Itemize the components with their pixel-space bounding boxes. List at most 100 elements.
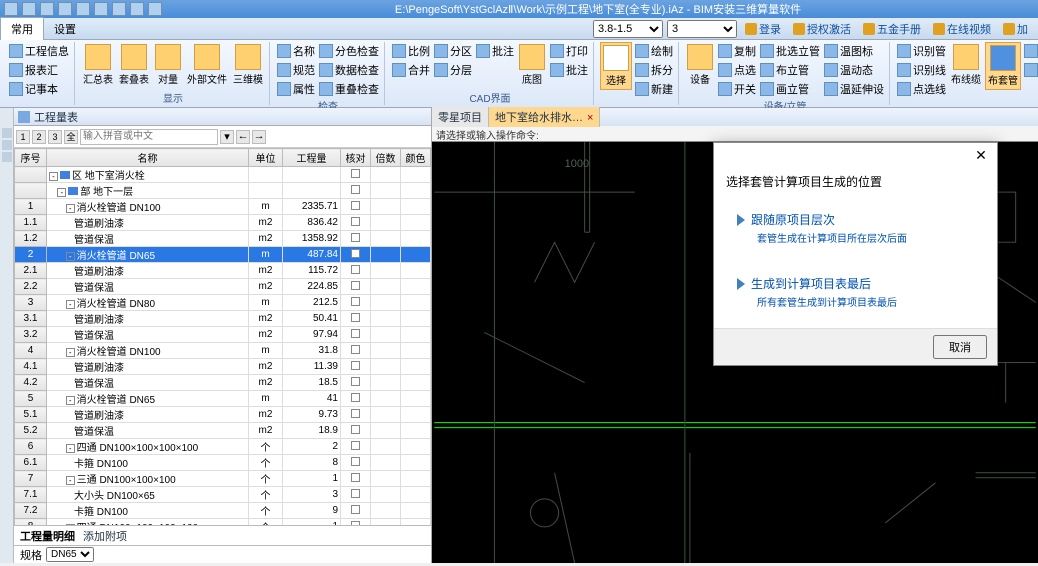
checkbox[interactable] <box>351 217 360 226</box>
table-row[interactable]: -区 地下室消火栓 <box>15 167 431 183</box>
rb-scale[interactable]: 比例 <box>391 42 431 60</box>
spec-select[interactable]: DN65 <box>46 547 94 562</box>
link-add[interactable]: 加 <box>999 21 1032 37</box>
rb-merge[interactable]: 合并 <box>391 61 431 79</box>
tab-basement[interactable]: 地下室给水排水…× <box>489 107 600 127</box>
table-row[interactable]: 5 -消火栓管道 DN65m41 <box>15 391 431 407</box>
table-row[interactable]: 1 -消火栓管道 DN100m2335.71 <box>15 199 431 215</box>
checkbox[interactable] <box>351 473 360 482</box>
col-mult[interactable]: 倍数 <box>371 149 401 167</box>
combo-1[interactable]: 3.8-1.5 <box>593 20 663 38</box>
table-row[interactable]: 3.1 管道刷油漆m250.41 <box>15 311 431 327</box>
table-row[interactable]: 2 -消火栓管道 DN65m487.84 <box>15 247 431 263</box>
rb-idline[interactable]: 识别线 <box>896 61 947 79</box>
rb-report[interactable]: 报表汇 <box>8 61 70 79</box>
filter-1[interactable]: 1 <box>16 130 30 144</box>
tab-common[interactable]: 常用 <box>0 17 44 40</box>
checkbox[interactable] <box>351 169 360 178</box>
qat-icon[interactable] <box>76 2 90 16</box>
rb-switch[interactable]: 开关 <box>717 80 757 98</box>
checkbox[interactable] <box>351 281 360 290</box>
rb-batchriser[interactable]: 批选立管 <box>759 42 821 60</box>
rb-cable[interactable]: 布线缆 <box>949 42 983 88</box>
table-row[interactable]: -部 地下一层 <box>15 183 431 199</box>
link-license[interactable]: 授权激活 <box>789 21 855 37</box>
tab-settings[interactable]: 设置 <box>44 18 86 40</box>
col-check[interactable]: 核对 <box>341 149 371 167</box>
rb-tempicon[interactable]: 温图标 <box>823 42 885 60</box>
tab-misc[interactable]: 零星项目 <box>432 107 489 127</box>
link-login[interactable]: 登录 <box>741 21 785 37</box>
rb-summary[interactable]: 汇总表 <box>81 42 115 88</box>
rb-attr[interactable]: 属性 <box>276 80 316 98</box>
qat-icon[interactable] <box>148 2 162 16</box>
rb-spec[interactable]: 规范 <box>276 61 316 79</box>
qat-icon[interactable] <box>130 2 144 16</box>
rb-notes[interactable]: 记事本 <box>8 80 70 98</box>
col-seq[interactable]: 序号 <box>15 149 47 167</box>
search-input[interactable] <box>80 129 218 145</box>
qat-icon[interactable] <box>4 2 18 16</box>
qat-icon[interactable] <box>112 2 126 16</box>
checkbox[interactable] <box>351 361 360 370</box>
table-row[interactable]: 3.2 管道保温m297.94 <box>15 327 431 343</box>
checkbox[interactable] <box>351 441 360 450</box>
filter-2[interactable]: 2 <box>32 130 46 144</box>
qat-icon[interactable] <box>58 2 72 16</box>
cancel-button[interactable]: 取消 <box>933 335 987 359</box>
rb-new[interactable]: 新建 <box>634 80 674 98</box>
rb-zone[interactable]: 分区 <box>433 42 473 60</box>
option-append-end[interactable]: 生成到计算项目表最后 所有套管生成到计算项目表最后 <box>726 264 985 320</box>
checkbox[interactable] <box>351 489 360 498</box>
gutter-icon[interactable] <box>2 128 12 138</box>
tab-detail[interactable]: 工程量明细 <box>20 528 75 544</box>
col-unit[interactable]: 单位 <box>249 149 283 167</box>
command-line[interactable]: 请选择或输入操作命令: <box>432 126 1038 142</box>
tab-addenda[interactable]: 添加附项 <box>83 528 127 544</box>
checkbox[interactable] <box>351 393 360 402</box>
nav-next[interactable]: → <box>252 130 266 144</box>
filter-all[interactable]: 全 <box>64 130 78 144</box>
rb-annot2[interactable]: 批注 <box>549 61 589 79</box>
checkbox[interactable] <box>351 345 360 354</box>
table-row[interactable]: 7.1 大小头 DN100×65个3 <box>15 487 431 503</box>
rb-annot[interactable]: 批注 <box>475 42 515 60</box>
checkbox[interactable] <box>351 249 360 258</box>
option-follow-hierarchy[interactable]: 跟随原项目层次 套管生成在计算项目所在层次后面 <box>726 200 985 256</box>
checkbox[interactable] <box>351 297 360 306</box>
rb-devconn[interactable]: 设备连管 <box>1023 42 1038 60</box>
gutter-icon[interactable] <box>2 152 12 162</box>
checkbox[interactable] <box>351 201 360 210</box>
rb-tempext[interactable]: 温延伸设 <box>823 80 885 98</box>
table-row[interactable]: 2.2 管道保温m2224.85 <box>15 279 431 295</box>
table-row[interactable]: 4.2 管道保温m218.5 <box>15 375 431 391</box>
col-color[interactable]: 颜色 <box>401 149 431 167</box>
rb-sleeve[interactable]: 布套管 <box>985 42 1021 90</box>
rb-device[interactable]: 设备 <box>685 42 715 88</box>
rb-idpipe[interactable]: 识别管 <box>896 42 947 60</box>
checkbox[interactable] <box>351 265 360 274</box>
rb-overlapchk[interactable]: 重叠检查 <box>318 80 380 98</box>
table-row[interactable]: 5.2 管道保温m218.9 <box>15 423 431 439</box>
rb-extfile[interactable]: 外部文件 <box>185 42 229 88</box>
rb-drawriser[interactable]: 画立管 <box>759 80 821 98</box>
rb-split[interactable]: 拆分 <box>634 61 674 79</box>
drawing-canvas[interactable]: 1000 ✕ 选择套管计算项目生成的位置 跟随原项目层次 套管生成在计算项目所在… <box>432 142 1038 563</box>
link-manual[interactable]: 五金手册 <box>859 21 925 37</box>
link-video[interactable]: 在线视频 <box>929 21 995 37</box>
rb-pickline[interactable]: 点选线 <box>896 80 947 98</box>
rb-name[interactable]: 名称 <box>276 42 316 60</box>
combo-2[interactable]: 3 <box>667 20 737 38</box>
rb-projinfo[interactable]: 工程信息 <box>8 42 70 60</box>
checkbox[interactable] <box>351 425 360 434</box>
checkbox[interactable] <box>351 505 360 514</box>
rb-layer[interactable]: 分层 <box>433 61 473 79</box>
close-icon[interactable]: × <box>587 112 593 124</box>
rb-colorchk[interactable]: 分色检查 <box>318 42 380 60</box>
col-qty[interactable]: 工程量 <box>283 149 341 167</box>
rb-draw[interactable]: 绘制 <box>634 42 674 60</box>
checkbox[interactable] <box>351 233 360 242</box>
nav-first[interactable]: ▾ <box>220 130 234 144</box>
rb-bracket[interactable]: 支架设 <box>1023 61 1038 79</box>
qat-icon[interactable] <box>22 2 36 16</box>
